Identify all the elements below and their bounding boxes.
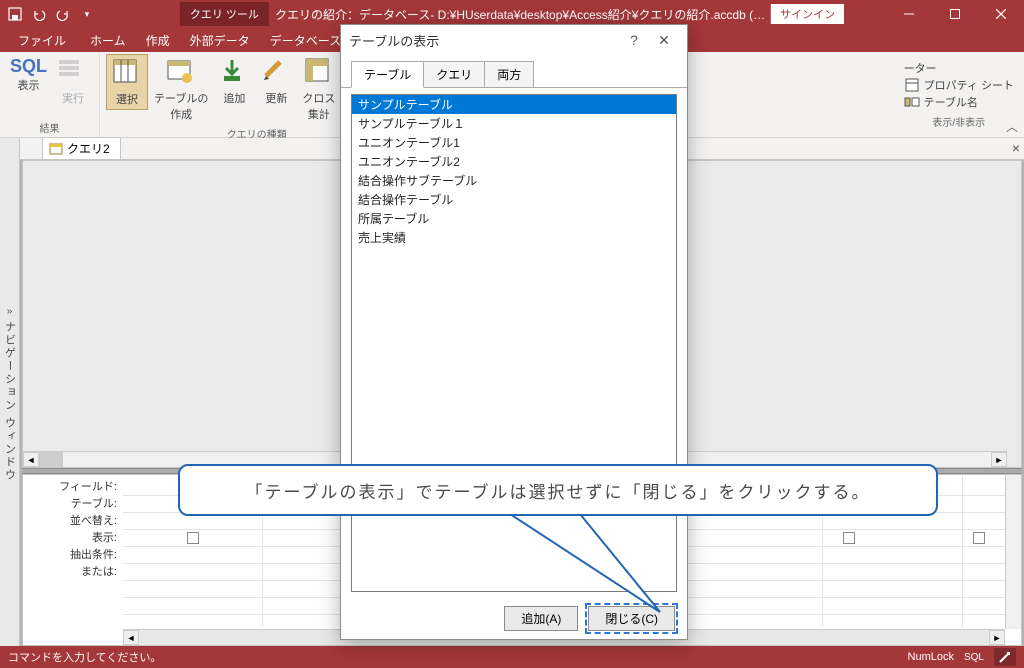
save-icon[interactable] <box>8 7 22 21</box>
dialog-help-button[interactable]: ? <box>619 26 649 54</box>
document-tab-close[interactable]: × <box>1012 140 1020 156</box>
ribbon-propsheet-button[interactable]: プロパティ シート <box>904 77 1014 93</box>
update-icon <box>260 56 292 88</box>
grid-label-criteria: 抽出条件: <box>23 547 123 564</box>
list-item[interactable]: サンプルテーブル <box>352 95 676 114</box>
undo-icon[interactable] <box>32 7 46 21</box>
dialog-title: テーブルの表示 <box>349 31 439 50</box>
navigation-pane-collapsed[interactable]: » ナビゲーション ウィンドウ <box>0 138 20 646</box>
callout-pointer <box>500 514 700 624</box>
maximize-button[interactable] <box>932 0 978 28</box>
ribbon-collapse-button[interactable]: ︿ <box>1006 118 1018 135</box>
ribbon-maketable-button[interactable]: テーブルの 作成 <box>150 54 212 124</box>
list-item[interactable]: ユニオンテーブル2 <box>352 152 676 171</box>
scroll-left-icon[interactable]: ◄ <box>123 630 139 645</box>
scroll-left-icon[interactable]: ◄ <box>23 452 39 467</box>
menu-create[interactable]: 作成 <box>136 28 180 53</box>
ribbon-update-button[interactable]: 更新 <box>256 54 296 108</box>
append-icon <box>218 56 250 88</box>
signin-button[interactable]: サインイン <box>771 4 844 24</box>
navpane-label: ナビゲーション ウィンドウ <box>2 321 18 482</box>
dialog-tab-tables[interactable]: テーブル <box>351 61 424 88</box>
dialog-tab-queries[interactable]: クエリ <box>423 61 485 87</box>
scroll-thumb[interactable] <box>39 452 63 467</box>
sql-text: SQL <box>10 56 47 77</box>
window-title: クエリの紹介：データベース- D:¥HUserdata¥desktop¥Acce… <box>275 6 765 23</box>
menu-home[interactable]: ホーム <box>80 28 136 53</box>
scroll-right-icon[interactable]: ► <box>991 452 1007 467</box>
grid-show-checkbox[interactable] <box>973 532 985 544</box>
grid-label-table: テーブル: <box>23 496 123 513</box>
grid-show-checkbox[interactable] <box>187 532 199 544</box>
ribbon-select-button[interactable]: 選択 <box>106 54 148 110</box>
instruction-callout: 「テーブルの表示」でテーブルは選択せずに「閉じる」をクリックする。 <box>178 464 938 516</box>
document-tab-label: クエリ2 <box>67 140 110 157</box>
close-button[interactable] <box>978 0 1024 28</box>
document-tab[interactable]: クエリ2 <box>42 137 121 159</box>
menu-file[interactable]: ファイル <box>4 28 80 53</box>
run-icon <box>57 56 89 88</box>
ribbon-crosstab-button[interactable]: クロス 集計 <box>298 54 339 124</box>
grid-row-labels: フィールド: テーブル: 並べ替え: 表示: 抽出条件: または: <box>23 475 123 645</box>
contextual-tab-label: クエリ ツール <box>180 2 269 26</box>
ribbon-tablenames-button[interactable]: テーブル名 <box>904 94 1014 110</box>
status-numlock: NumLock <box>908 651 954 663</box>
statusbar-designview-icon[interactable] <box>994 648 1016 666</box>
qat-customize-icon[interactable]: ▾ <box>80 7 94 21</box>
grid-show-checkbox[interactable] <box>843 532 855 544</box>
ribbon-group-results: 結果 <box>40 118 60 137</box>
maketable-icon <box>165 56 197 88</box>
list-item[interactable]: 結合操作テーブル <box>352 190 676 209</box>
grid-label-sort: 並べ替え: <box>23 513 123 530</box>
crosstab-icon <box>303 56 335 88</box>
scroll-right-icon[interactable]: ► <box>989 630 1005 645</box>
list-item[interactable]: ユニオンテーブル1 <box>352 133 676 152</box>
minimize-button[interactable] <box>886 0 932 28</box>
list-item[interactable]: サンプルテーブル１ <box>352 114 676 133</box>
ribbon-append-button[interactable]: 追加 <box>214 54 254 108</box>
ribbon-view-button[interactable]: SQL 表示 <box>6 54 51 95</box>
grid-label-field: フィールド: <box>23 479 123 496</box>
ribbon-group-showhide: 表示/非表示 <box>932 112 985 131</box>
status-bar: コマンドを入力してください。 NumLock SQL <box>0 646 1024 668</box>
dialog-titlebar: テーブルの表示 ? ✕ <box>341 25 687 55</box>
grid-label-or: または: <box>23 564 123 581</box>
ribbon-param-remainder: ーター <box>904 60 1014 76</box>
grid-label-show: 表示: <box>23 530 123 547</box>
navpane-expand-icon[interactable]: » <box>7 302 13 321</box>
select-query-icon <box>111 57 143 89</box>
dialog-tabs: テーブル クエリ 両方 <box>341 55 687 88</box>
callout-text: 「テーブルの表示」でテーブルは選択せずに「閉じる」をクリックする。 <box>246 478 871 503</box>
dialog-close-icon[interactable]: ✕ <box>649 26 679 54</box>
dialog-tab-both[interactable]: 両方 <box>484 61 534 87</box>
list-item[interactable]: 結合操作サブテーブル <box>352 171 676 190</box>
grid-vscrollbar[interactable] <box>1005 475 1021 629</box>
list-item[interactable]: 売上実績 <box>352 228 676 247</box>
menu-external[interactable]: 外部データ <box>180 28 260 53</box>
list-item[interactable]: 所属テーブル <box>352 209 676 228</box>
ribbon-run-button[interactable]: 実行 <box>53 54 93 108</box>
status-sql-label[interactable]: SQL <box>964 652 984 663</box>
status-hint: コマンドを入力してください。 <box>8 649 161 665</box>
query-icon <box>49 142 63 156</box>
redo-icon[interactable] <box>56 7 70 21</box>
